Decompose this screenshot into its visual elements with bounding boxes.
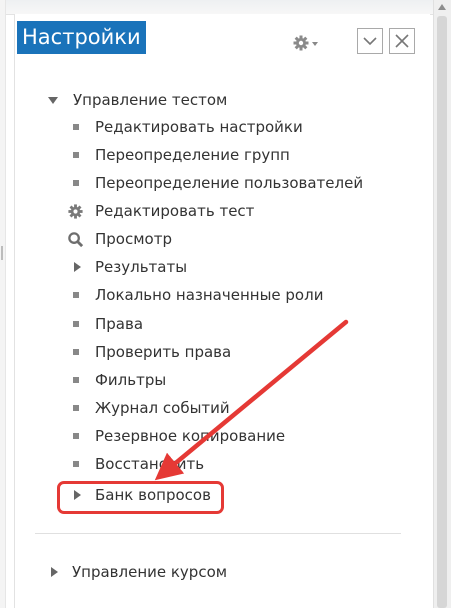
annotation-arrow <box>154 319 349 481</box>
